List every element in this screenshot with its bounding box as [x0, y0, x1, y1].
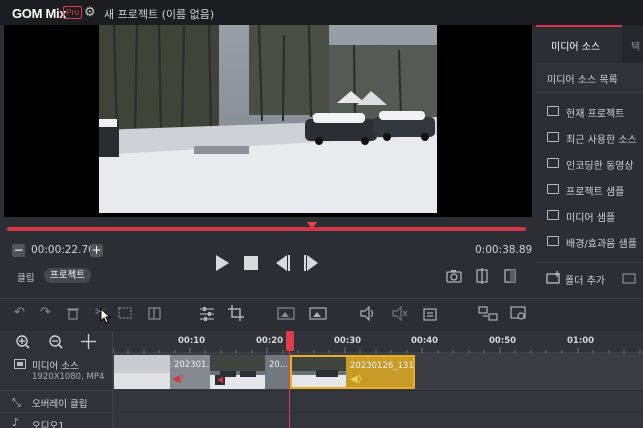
sidebar-item-recent-sources[interactable]: 최근 사용한 소스 — [566, 131, 637, 146]
redo-icon[interactable]: ↷ — [40, 305, 51, 320]
preview-clip-icon[interactable] — [510, 306, 528, 321]
remove-folder-icon[interactable] — [622, 271, 636, 285]
track-label-audio: 오디오1 — [32, 421, 65, 428]
divider — [536, 262, 643, 263]
add-folder-icon — [546, 271, 560, 284]
timeline-clip[interactable]: ◀ — [210, 355, 265, 389]
audio-muted-icon: ◀ — [215, 375, 225, 385]
divider — [0, 412, 113, 413]
camera-icon[interactable] — [446, 269, 462, 283]
image-overlay-icon[interactable] — [309, 307, 327, 320]
zoom-in-icon[interactable] — [16, 335, 30, 349]
clip-label: 202301... — [174, 360, 210, 370]
clip-label: 20230126_131... — [350, 361, 415, 371]
audio-edit-icon[interactable] — [423, 306, 439, 321]
tab-clip[interactable]: 클립 — [17, 270, 34, 284]
track-media-info: 1920X1080, MP4 — [32, 372, 105, 382]
gear-icon[interactable]: ⚙ — [84, 5, 96, 20]
ruler-tick-label: 01:00 — [567, 336, 595, 346]
track-label-overlay: 오버레이 클립 — [32, 399, 88, 410]
seek-bar[interactable] — [7, 227, 526, 231]
time-increase-button[interactable]: + — [90, 244, 103, 257]
zoom-out-icon[interactable] — [49, 335, 63, 349]
fit-timeline-icon[interactable] — [81, 334, 96, 349]
app-logo: GOM Mix — [12, 6, 67, 21]
project-title: 새 프로젝트 (이름 없음) — [104, 8, 215, 21]
add-folder-button[interactable]: 폴더 추가 — [565, 272, 605, 287]
timeline-clip[interactable]: 20... — [265, 355, 290, 389]
timeline-clip[interactable] — [114, 355, 170, 389]
timeline-clip-selected[interactable]: 20230126_131... ◀) — [290, 355, 415, 389]
overlay-icon: ⤡ — [12, 396, 21, 409]
mouse-cursor-icon — [100, 308, 112, 324]
play-icon[interactable] — [214, 254, 230, 272]
volume-icon: ◀) — [350, 374, 362, 385]
crop-icon[interactable] — [228, 305, 244, 321]
folder-icon — [547, 132, 559, 142]
adjust-icon[interactable] — [199, 306, 215, 321]
divider — [0, 390, 113, 391]
split-screen-icon[interactable] — [474, 268, 490, 284]
tab-project[interactable]: 프로젝트 — [44, 268, 91, 283]
aspect-icon[interactable] — [502, 268, 518, 284]
playhead-handle[interactable] — [286, 331, 294, 351]
folder-encode-icon — [547, 158, 559, 168]
folder-icon — [547, 236, 559, 246]
tab-text-label: 텍 — [631, 42, 641, 53]
clip-split-icon[interactable] — [148, 306, 164, 321]
video-preview — [99, 25, 437, 213]
next-frame-icon[interactable] — [303, 254, 321, 272]
sidebar-item-media-samples[interactable]: 미디어 샘플 — [566, 209, 615, 224]
track-label-media: 미디어 소스 — [32, 361, 79, 372]
current-time: 00:00:22.70 — [31, 244, 95, 256]
sidebar-item-bg-effect-samples[interactable]: 배경/효과음 샘플 — [566, 235, 637, 250]
ruler-tick-label: 00:30 — [334, 336, 362, 346]
title-bar — [0, 0, 643, 25]
sidebar-item-project-samples[interactable]: 프로젝트 샘플 — [566, 183, 624, 198]
transition-icon[interactable] — [478, 306, 498, 321]
audio-track[interactable] — [113, 413, 643, 428]
undo-icon[interactable]: ↶ — [14, 305, 25, 320]
stop-icon[interactable] — [243, 255, 259, 271]
volume-icon[interactable] — [360, 306, 376, 321]
film-icon — [14, 359, 26, 369]
mute-icon[interactable] — [392, 306, 408, 321]
pro-badge: Pro — [63, 6, 83, 19]
folder-open-icon — [547, 106, 559, 116]
folder-icon — [547, 210, 559, 220]
audio-track-icon: ♪ — [12, 416, 20, 428]
clip-label: 20... — [269, 360, 288, 370]
total-time: 0:00:38.89 — [475, 244, 533, 256]
overlay-track[interactable] — [113, 391, 643, 412]
audio-muted-icon: ◀) — [173, 374, 184, 384]
prev-frame-icon[interactable] — [273, 254, 291, 272]
ruler-tick-label: 00:50 — [489, 336, 517, 346]
ruler-tick-label: 00:40 — [411, 336, 439, 346]
folder-icon — [547, 184, 559, 194]
sidebar-item-current-project[interactable]: 현재 프로젝트 — [566, 105, 624, 120]
trash-icon[interactable] — [67, 307, 79, 320]
divider — [536, 92, 643, 93]
seek-handle[interactable] — [307, 222, 317, 229]
media-source-list-header: 미디어 소스 목록 — [547, 75, 618, 86]
sidebar-item-encoded-videos[interactable]: 인코딩한 동영상 — [566, 157, 634, 172]
image-insert-icon[interactable] — [277, 307, 295, 320]
select-area-icon[interactable] — [118, 307, 134, 320]
ruler-tick-label: 00:10 — [178, 336, 206, 346]
ruler-tick-label: 00:20 — [256, 336, 284, 346]
time-decrease-button[interactable]: − — [12, 244, 25, 257]
tab-media-source-label: 미디어 소스 — [551, 42, 601, 53]
